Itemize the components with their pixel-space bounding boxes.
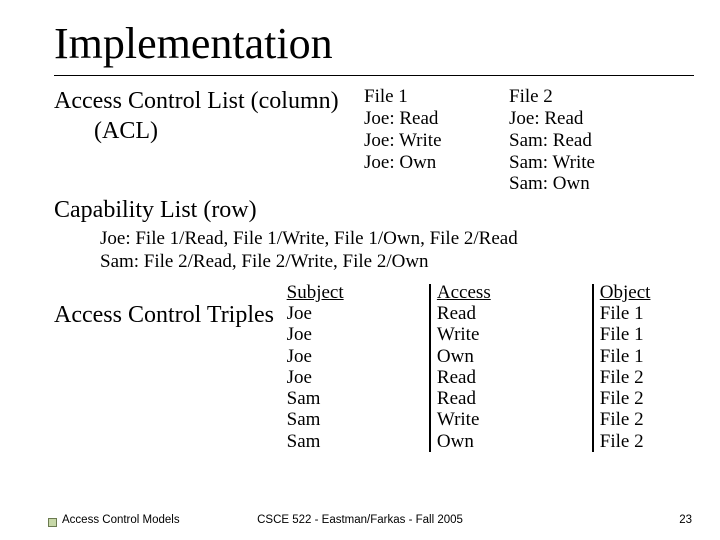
acl-file1-name: File 1 xyxy=(364,86,509,108)
footer-left: Access Control Models xyxy=(62,514,180,526)
acl-label: Access Control List (column) (ACL) xyxy=(54,86,364,146)
acl-section: Access Control List (column) (ACL) File … xyxy=(54,86,690,195)
table-row: Read xyxy=(437,367,592,388)
acl-file1-entry: Joe: Write xyxy=(364,130,509,152)
table-row: Sam xyxy=(287,409,429,430)
acl-file2: File 2 Joe: Read Sam: Read Sam: Write Sa… xyxy=(509,86,654,195)
table-row: File 1 xyxy=(600,346,690,367)
page-title: Implementation xyxy=(54,18,690,69)
triples-label: Access Control Triples xyxy=(54,282,287,329)
table-row: Joe xyxy=(287,303,429,324)
acl-label-line2: (ACL) xyxy=(54,116,364,146)
triples-header-access: Access xyxy=(437,282,592,303)
capability-list: Joe: File 1/Read, File 1/Write, File 1/O… xyxy=(100,228,690,274)
table-row: File 1 xyxy=(600,303,690,324)
table-row: Sam xyxy=(287,388,429,409)
triples-header-subject: Subject xyxy=(287,282,429,303)
acl-file1-entry: Joe: Own xyxy=(364,152,509,174)
table-row: File 2 xyxy=(600,367,690,388)
table-row: Read xyxy=(437,388,592,409)
triples-header-object: Object xyxy=(600,282,690,303)
title-rule xyxy=(54,75,694,76)
table-row: Write xyxy=(437,324,592,345)
acl-file1-entry: Joe: Read xyxy=(364,108,509,130)
acl-file2-entry: Joe: Read xyxy=(509,108,654,130)
triples-object-col: Object File 1 File 1 File 1 File 2 File … xyxy=(600,282,690,452)
column-divider xyxy=(592,284,594,452)
table-row: Read xyxy=(437,303,592,324)
triples-subject-col: Subject Joe Joe Joe Joe Sam Sam Sam xyxy=(287,282,429,452)
column-divider xyxy=(429,284,431,452)
table-row: File 2 xyxy=(600,409,690,430)
table-row: File 2 xyxy=(600,388,690,409)
acl-file2-entry: Sam: Own xyxy=(509,173,654,195)
table-row: Own xyxy=(437,431,592,452)
table-row: Joe xyxy=(287,324,429,345)
acl-label-line1: Access Control List (column) xyxy=(54,86,364,116)
table-row: Joe xyxy=(287,346,429,367)
footer-marker-icon xyxy=(48,518,57,527)
capability-line: Sam: File 2/Read, File 2/Write, File 2/O… xyxy=(100,251,690,274)
acl-file2-entry: Sam: Write xyxy=(509,152,654,174)
triples-access-col: Access Read Write Own Read Read Write Ow… xyxy=(437,282,592,452)
slide: Implementation Access Control List (colu… xyxy=(0,0,720,540)
acl-file1: File 1 Joe: Read Joe: Write Joe: Own xyxy=(364,86,509,173)
table-row: File 2 xyxy=(600,431,690,452)
acl-file2-name: File 2 xyxy=(509,86,654,108)
acl-file2-entry: Sam: Read xyxy=(509,130,654,152)
table-row: Write xyxy=(437,409,592,430)
page-number: 23 xyxy=(679,514,692,526)
capability-label: Capability List (row) xyxy=(54,197,690,224)
table-row: File 1 xyxy=(600,324,690,345)
capability-line: Joe: File 1/Read, File 1/Write, File 1/O… xyxy=(100,228,690,251)
footer-center: CSCE 522 - Eastman/Farkas - Fall 2005 xyxy=(257,514,463,526)
table-row: Joe xyxy=(287,367,429,388)
triples-section: Access Control Triples Subject Joe Joe J… xyxy=(54,282,690,452)
table-row: Sam xyxy=(287,431,429,452)
table-row: Own xyxy=(437,346,592,367)
